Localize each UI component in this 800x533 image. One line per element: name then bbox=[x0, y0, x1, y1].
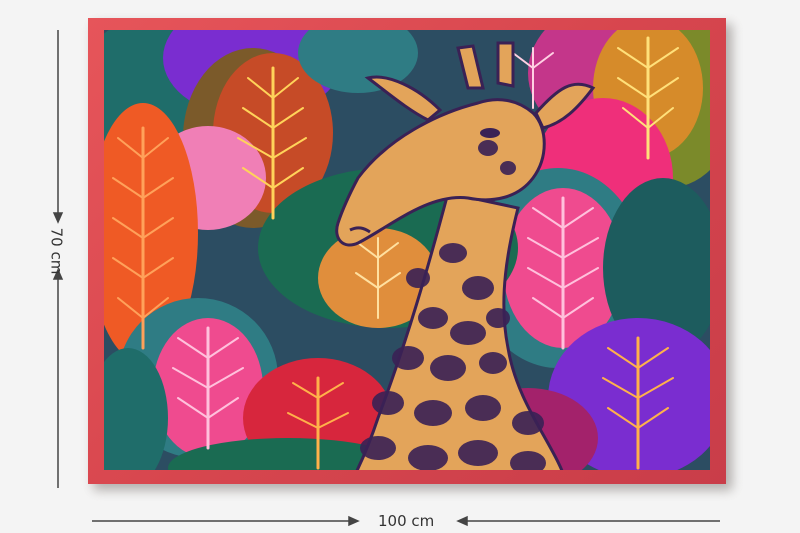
width-arrow-right-icon bbox=[348, 515, 360, 527]
product-photo: 70 cm 100 cm bbox=[0, 0, 800, 533]
giraffe-eye bbox=[480, 128, 500, 138]
width-label: 100 cm bbox=[378, 512, 435, 530]
artwork bbox=[104, 30, 710, 470]
width-arrow-left-icon bbox=[456, 515, 468, 527]
height-label: 70 cm bbox=[47, 227, 66, 275]
height-arrow-down-icon bbox=[52, 212, 64, 224]
canvas-print bbox=[88, 18, 726, 484]
